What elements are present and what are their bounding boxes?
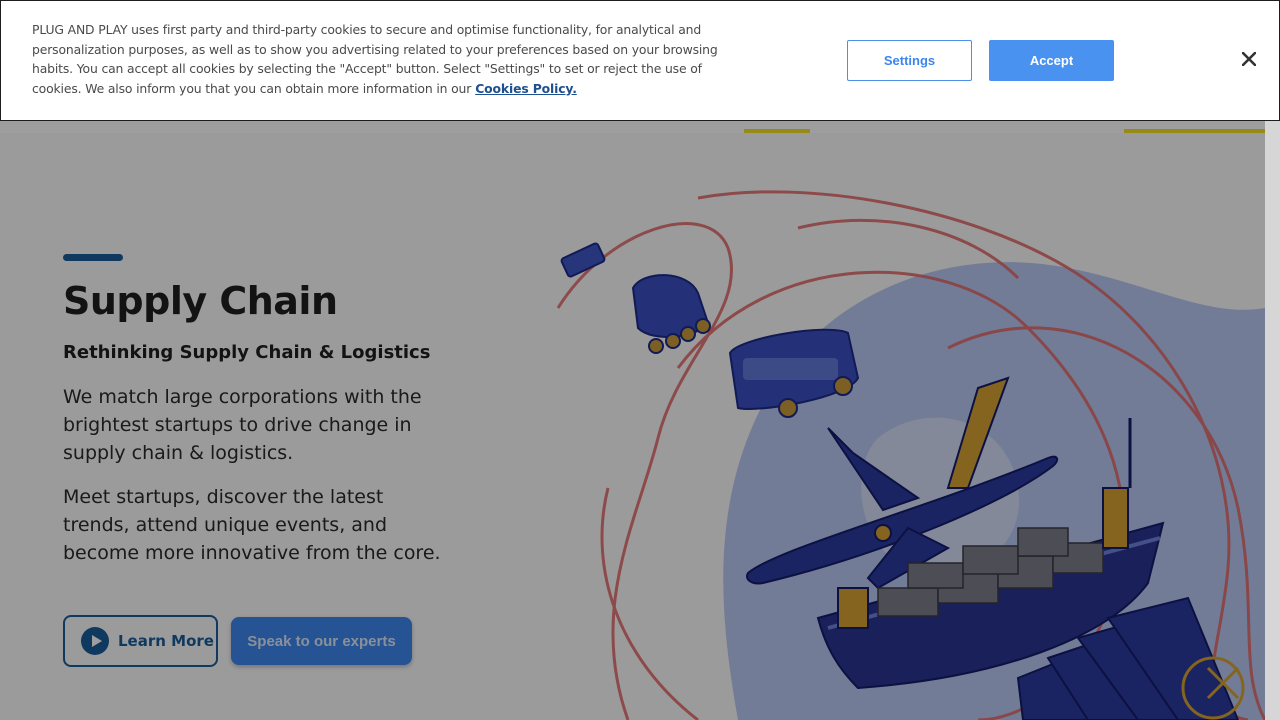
close-banner-button[interactable] xyxy=(1235,45,1263,73)
cookies-policy-link[interactable]: Cookies Policy. xyxy=(475,81,577,96)
cookie-consent-banner: PLUG AND PLAY uses first party and third… xyxy=(0,0,1280,121)
cookie-message: PLUG AND PLAY uses first party and third… xyxy=(32,20,722,98)
close-icon xyxy=(1242,52,1256,66)
cookie-message-text: PLUG AND PLAY uses first party and third… xyxy=(32,22,718,96)
cookie-settings-button[interactable]: Settings xyxy=(847,40,972,81)
cookie-accept-button[interactable]: Accept xyxy=(989,40,1114,81)
